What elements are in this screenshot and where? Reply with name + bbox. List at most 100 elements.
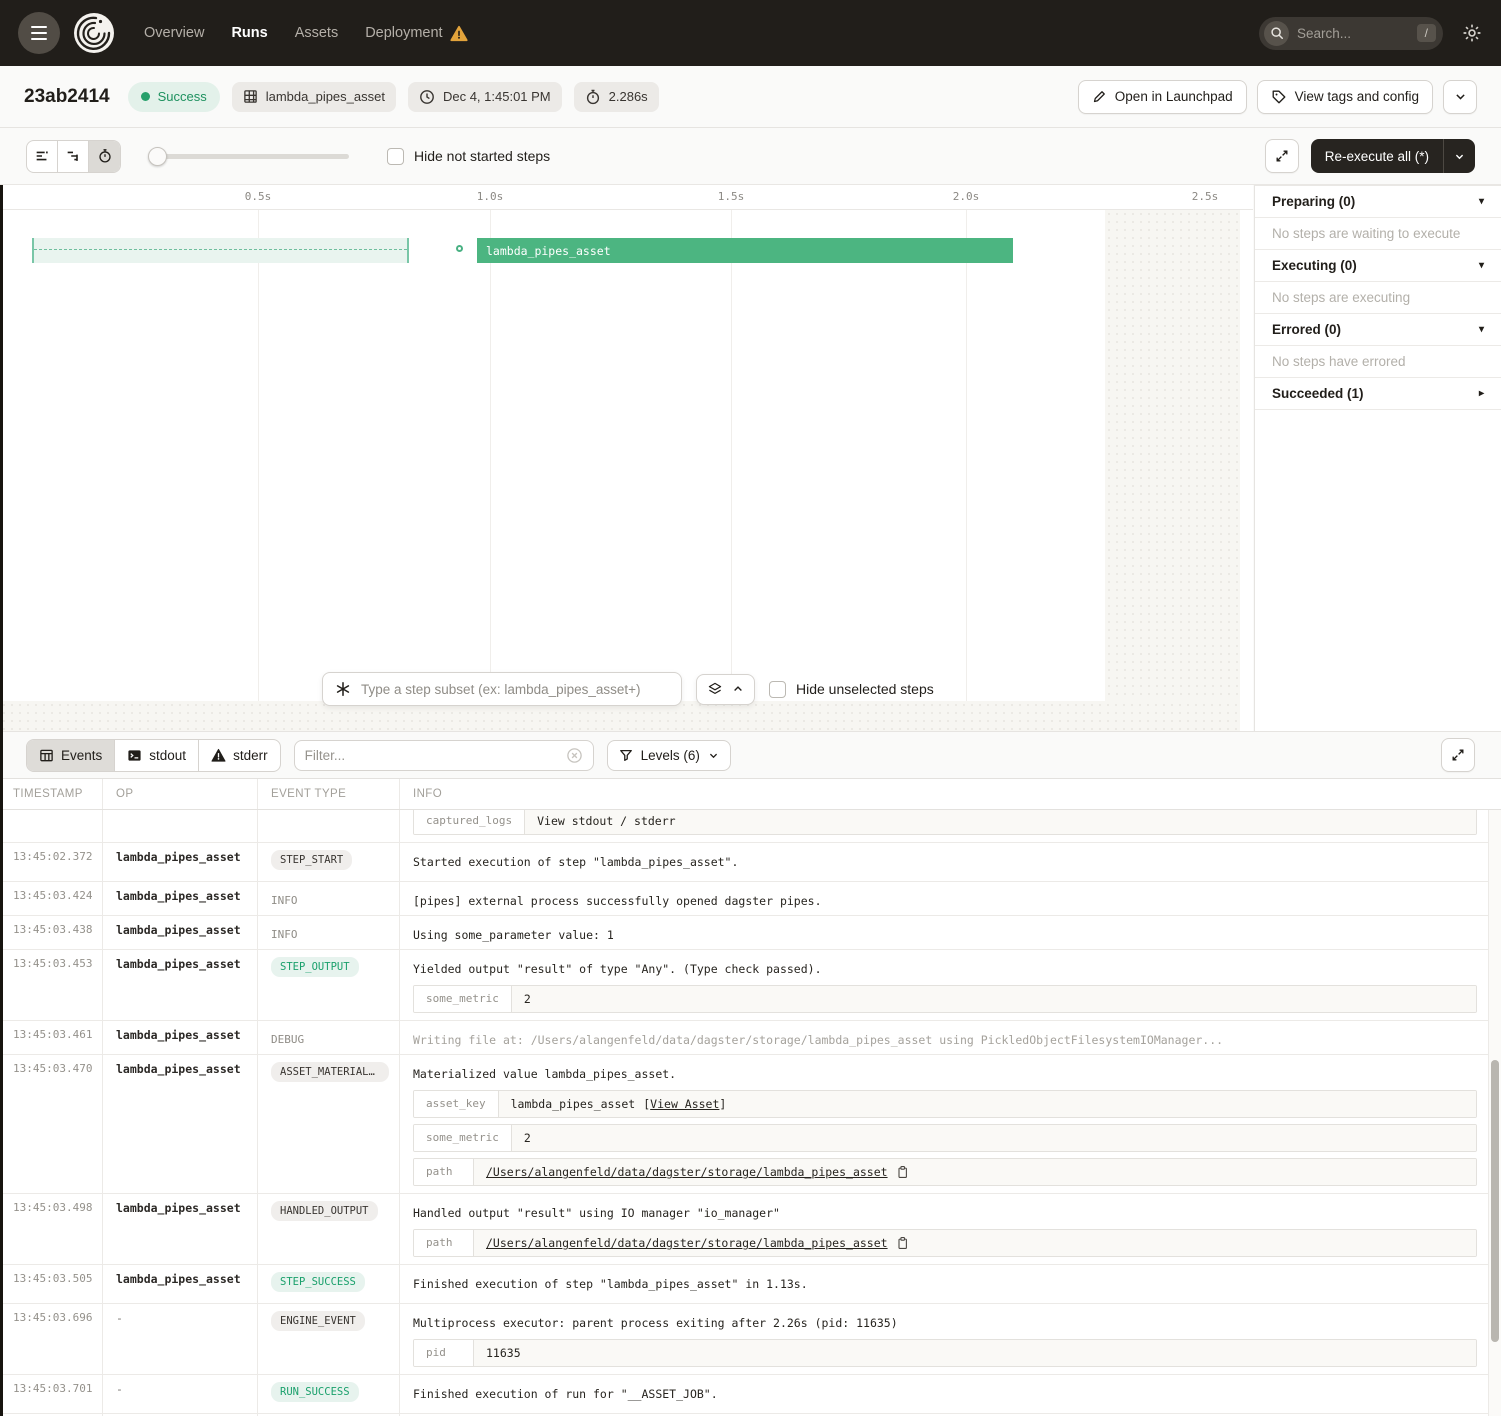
event-info: Writing file at: /Users/alangenfeld/data…	[400, 1021, 1501, 1054]
slider-knob[interactable]	[148, 147, 167, 166]
metadata-entry: some_metric2	[413, 985, 1477, 1013]
nav-item-runs[interactable]: Runs	[231, 25, 267, 42]
tab-label: stderr	[233, 748, 268, 763]
asset-grid-icon	[243, 89, 258, 104]
event-row[interactable]: 13:45:03.438lambda_pipes_assetINFOUsing …	[0, 916, 1501, 950]
chevron-up-icon	[732, 683, 744, 695]
zoom-slider[interactable]	[149, 147, 349, 166]
timer-view-button[interactable]	[89, 141, 120, 172]
sidebar-section-body: No steps are waiting to execute	[1255, 218, 1501, 250]
chevron-down-icon: ▾	[1479, 324, 1484, 335]
gantt-toolbar: Hide not started steps Re-execute all (*…	[0, 128, 1501, 185]
sidebar-section-header[interactable]: Succeeded (1)▸	[1255, 378, 1501, 410]
event-row[interactable]: captured_logsView stdout / stderr	[0, 810, 1501, 843]
event-timestamp: 13:45:03.498	[0, 1194, 103, 1264]
nav-item-deployment[interactable]: Deployment	[365, 25, 467, 42]
checkbox-icon[interactable]	[769, 681, 786, 698]
event-row[interactable]: 13:45:03.498lambda_pipes_assetHANDLED_OU…	[0, 1194, 1501, 1265]
reexecute-all-button[interactable]: Re-execute all (*)	[1311, 149, 1443, 164]
copy-icon[interactable]	[896, 1236, 909, 1250]
events-expand-button[interactable]	[1441, 738, 1475, 772]
event-table-header: TIMESTAMPOPEVENT TYPEINFO	[0, 779, 1501, 810]
copy-icon[interactable]	[896, 1165, 909, 1179]
event-row[interactable]: 13:45:03.505lambda_pipes_assetSTEP_SUCCE…	[0, 1265, 1501, 1304]
event-row[interactable]: 13:45:03.470lambda_pipes_assetASSET_MATE…	[0, 1055, 1501, 1194]
waterfall-view-button[interactable]	[58, 141, 89, 172]
sidebar-section-header[interactable]: Errored (0)▾	[1255, 314, 1501, 346]
event-row[interactable]: 13:45:03.696-ENGINE_EVENTMultiprocess ex…	[0, 1304, 1501, 1375]
sidebar-section-title: Preparing (0)	[1272, 194, 1355, 209]
step-start-marker-icon	[456, 245, 463, 252]
metadata-text[interactable]: View stdout / stderr	[537, 814, 675, 828]
tab-stderr[interactable]: stderr	[199, 740, 280, 771]
event-timestamp: 13:45:03.461	[0, 1021, 103, 1054]
run-header: 23ab2414 Success lambda_pipes_asset Dec …	[0, 66, 1501, 128]
metadata-entry: asset_keylambda_pipes_asset[View Asset]	[413, 1090, 1477, 1118]
gantt-controls: Type a step subset (ex: lambda_pipes_ass…	[322, 672, 934, 706]
copy-icon	[896, 1165, 909, 1179]
event-info-text: Started execution of step "lambda_pipes_…	[413, 855, 1477, 869]
view-asset-link[interactable]: View Asset	[650, 1097, 719, 1111]
nav-item-assets[interactable]: Assets	[295, 25, 339, 42]
slider-track[interactable]	[149, 154, 349, 159]
event-info: Started execution of step "lambda_pipes_…	[400, 843, 1501, 881]
event-op: lambda_pipes_asset	[103, 1265, 258, 1303]
search-input[interactable]: Search... /	[1259, 17, 1443, 50]
hide-unselected-checkbox[interactable]: Hide unselected steps	[769, 681, 934, 698]
event-info-text: Handled output "result" using IO manager…	[413, 1206, 1477, 1220]
hide-not-started-checkbox[interactable]: Hide not started steps	[387, 148, 550, 165]
levels-dropdown-button[interactable]: Levels (6)	[607, 740, 731, 771]
metadata-entry: pid11635	[413, 1339, 1477, 1367]
event-type: ENGINE_EVENT	[258, 1304, 400, 1374]
nav-item-overview[interactable]: Overview	[144, 25, 204, 42]
event-info: Materialized value lambda_pipes_asset.as…	[400, 1055, 1501, 1193]
axis-tick-label: 0.5s	[245, 190, 272, 203]
metadata-key: asset_key	[414, 1091, 499, 1117]
axis-tick-label: 2.0s	[953, 190, 980, 203]
metadata-link[interactable]: /Users/alangenfeld/data/dagster/storage/…	[486, 1236, 888, 1250]
sidebar-section-title: Succeeded (1)	[1272, 386, 1364, 401]
sidebar-section-header[interactable]: Preparing (0)▾	[1255, 186, 1501, 218]
metadata-value: lambda_pipes_asset[View Asset]	[499, 1091, 1476, 1117]
flat-view-button[interactable]	[27, 141, 58, 172]
duration-tag[interactable]: 2.286s	[574, 82, 659, 112]
event-info: Yielded output "result" of type "Any". (…	[400, 950, 1501, 1020]
timestamp-tag[interactable]: Dec 4, 1:45:01 PM	[408, 82, 562, 112]
gear-icon[interactable]	[1461, 22, 1483, 44]
metadata-link[interactable]: /Users/alangenfeld/data/dagster/storage/…	[486, 1165, 888, 1179]
event-op: -	[103, 1304, 258, 1374]
gantt-expand-button[interactable]	[1265, 139, 1299, 173]
axis-tick-label: 2.5s	[1192, 190, 1219, 203]
event-row[interactable]: 13:45:02.372lambda_pipes_assetSTEP_START…	[0, 843, 1501, 882]
reexecute-dropdown-button[interactable]	[1444, 151, 1475, 162]
step-subset-input[interactable]: Type a step subset (ex: lambda_pipes_ass…	[322, 672, 682, 706]
nav-item-label: Runs	[231, 25, 267, 41]
layers-toggle-button[interactable]	[696, 674, 755, 705]
job-tag[interactable]: lambda_pipes_asset	[232, 82, 396, 112]
open-in-launchpad-button[interactable]: Open in Launchpad	[1078, 80, 1247, 114]
filter-placeholder: Filter...	[305, 748, 566, 763]
event-row[interactable]: 13:45:03.453lambda_pipes_assetSTEP_OUTPU…	[0, 950, 1501, 1021]
event-row[interactable]: 13:45:03.701-RUN_SUCCESSFinished executi…	[0, 1375, 1501, 1414]
sidebar-section-header[interactable]: Executing (0)▾	[1255, 250, 1501, 282]
event-op	[103, 810, 258, 842]
scrollbar-track[interactable]	[1488, 810, 1501, 1416]
gantt-step-bar[interactable]: lambda_pipes_asset	[477, 238, 1013, 263]
clear-filter-icon[interactable]	[566, 747, 583, 764]
tab-events[interactable]: Events	[27, 740, 115, 771]
scrollbar-thumb[interactable]	[1491, 1060, 1499, 1342]
stopwatch-icon	[585, 89, 601, 105]
run-header-more-button[interactable]	[1443, 80, 1477, 114]
view-tags-config-button[interactable]: View tags and config	[1257, 80, 1433, 114]
run-id: 23ab2414	[24, 86, 110, 108]
checkbox-icon[interactable]	[387, 148, 404, 165]
tab-stdout[interactable]: stdout	[115, 740, 199, 771]
hamburger-menu-button[interactable]	[18, 12, 60, 54]
filter-input[interactable]: Filter...	[294, 740, 594, 771]
gridline	[490, 210, 491, 731]
event-op: lambda_pipes_asset	[103, 950, 258, 1020]
dagster-logo[interactable]	[72, 11, 116, 55]
event-row[interactable]: 13:45:03.461lambda_pipes_assetDEBUGWriti…	[0, 1021, 1501, 1055]
metadata-value: 11635	[474, 1340, 1476, 1366]
event-row[interactable]: 13:45:03.424lambda_pipes_assetINFO[pipes…	[0, 882, 1501, 916]
